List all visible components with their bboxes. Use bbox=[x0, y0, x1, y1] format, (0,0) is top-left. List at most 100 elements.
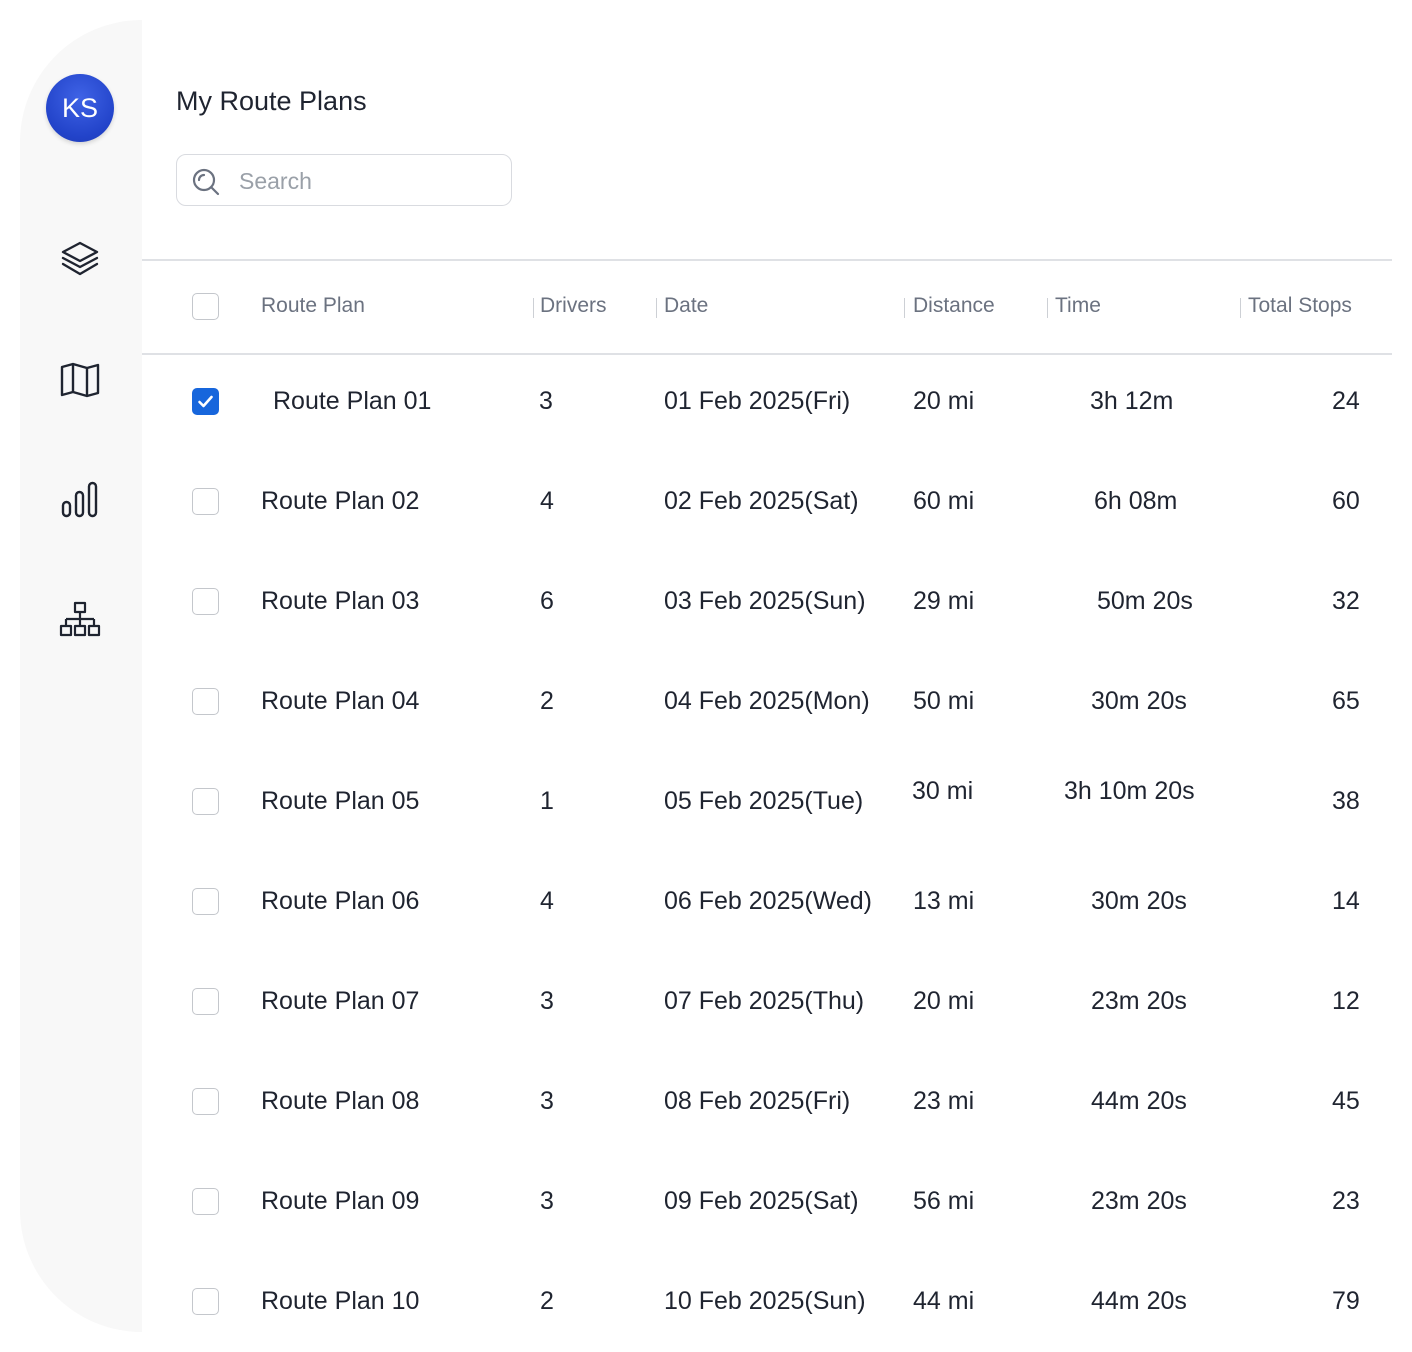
layers-icon[interactable] bbox=[56, 236, 104, 284]
cell-drivers: 4 bbox=[540, 887, 554, 915]
cell-time: 6h 08m bbox=[1094, 487, 1178, 515]
row-checkbox[interactable] bbox=[192, 488, 219, 515]
row-checkbox[interactable] bbox=[192, 1288, 219, 1315]
cell-total-stops: 23 bbox=[1332, 1187, 1360, 1215]
table-row[interactable]: Route Plan 06 4 06 Feb 2025(Wed) 13 mi 3… bbox=[142, 852, 1392, 952]
cell-date: 04 Feb 2025(Mon) bbox=[664, 687, 870, 715]
cell-route-plan[interactable]: Route Plan 03 bbox=[261, 587, 419, 616]
cell-route-plan[interactable]: Route Plan 01 bbox=[273, 387, 431, 416]
row-checkbox[interactable] bbox=[192, 1088, 219, 1115]
row-checkbox[interactable] bbox=[192, 388, 219, 415]
cell-drivers: 2 bbox=[540, 687, 554, 715]
cell-distance: 20 mi bbox=[913, 387, 975, 415]
cell-route-plan[interactable]: Route Plan 05 bbox=[261, 787, 419, 816]
cell-distance: 20 mi bbox=[913, 987, 975, 1015]
row-checkbox[interactable] bbox=[192, 788, 219, 815]
cell-time: 30m 20s bbox=[1091, 887, 1187, 915]
cell-drivers: 2 bbox=[540, 1287, 554, 1315]
table-header: Route Plan Drivers Date Distance Time To… bbox=[142, 262, 1392, 354]
cell-route-plan[interactable]: Route Plan 09 bbox=[261, 1187, 419, 1216]
cell-total-stops: 65 bbox=[1332, 687, 1360, 715]
cell-drivers: 4 bbox=[540, 487, 554, 515]
cell-route-plan[interactable]: Route Plan 08 bbox=[261, 1087, 419, 1116]
cell-total-stops: 45 bbox=[1332, 1087, 1360, 1115]
row-checkbox[interactable] bbox=[192, 988, 219, 1015]
cell-date: 06 Feb 2025(Wed) bbox=[664, 887, 872, 915]
column-separator bbox=[656, 298, 657, 318]
cell-time: 30m 20s bbox=[1091, 687, 1187, 715]
table-row[interactable]: Route Plan 02 4 02 Feb 2025(Sat) 60 mi 6… bbox=[142, 452, 1392, 552]
row-checkbox[interactable] bbox=[192, 1188, 219, 1215]
cell-date: 07 Feb 2025(Thu) bbox=[664, 987, 865, 1015]
checkmark-icon bbox=[198, 395, 213, 408]
search-box[interactable] bbox=[176, 154, 512, 206]
cell-date: 02 Feb 2025(Sat) bbox=[664, 487, 859, 515]
search-input[interactable] bbox=[237, 163, 501, 199]
cell-total-stops: 38 bbox=[1332, 787, 1360, 815]
cell-date: 05 Feb 2025(Tue) bbox=[664, 787, 864, 815]
cell-distance: 30 mi bbox=[912, 777, 974, 805]
cell-time: 44m 20s bbox=[1091, 1087, 1187, 1115]
hierarchy-icon[interactable] bbox=[56, 596, 104, 644]
column-separator bbox=[904, 298, 905, 318]
table-row[interactable]: Route Plan 08 3 08 Feb 2025(Fri) 23 mi 4… bbox=[142, 1052, 1392, 1152]
bar-chart-icon[interactable] bbox=[56, 476, 104, 524]
cell-drivers: 3 bbox=[540, 1187, 554, 1215]
column-header-date[interactable]: Date bbox=[664, 294, 708, 318]
sidebar: KS bbox=[20, 20, 142, 1332]
cell-date: 10 Feb 2025(Sun) bbox=[664, 1287, 866, 1315]
table-row[interactable]: Route Plan 01 3 01 Feb 2025(Fri) 20 mi 3… bbox=[142, 352, 1392, 452]
cell-distance: 29 mi bbox=[913, 587, 975, 615]
cell-distance: 50 mi bbox=[913, 687, 975, 715]
map-icon[interactable] bbox=[56, 356, 104, 404]
column-header-route-plan[interactable]: Route Plan bbox=[261, 294, 365, 318]
user-avatar[interactable]: KS bbox=[46, 74, 114, 142]
cell-time: 3h 10m 20s bbox=[1064, 777, 1195, 805]
select-all-checkbox[interactable] bbox=[192, 293, 219, 320]
cell-date: 03 Feb 2025(Sun) bbox=[664, 587, 866, 615]
table-row[interactable]: Route Plan 05 1 05 Feb 2025(Tue) 30 mi 3… bbox=[142, 752, 1392, 852]
cell-total-stops: 60 bbox=[1332, 487, 1360, 515]
cell-distance: 44 mi bbox=[913, 1287, 975, 1315]
table-row[interactable]: Route Plan 07 3 07 Feb 2025(Thu) 20 mi 2… bbox=[142, 952, 1392, 1052]
cell-total-stops: 14 bbox=[1332, 887, 1360, 915]
cell-route-plan[interactable]: Route Plan 02 bbox=[261, 487, 419, 516]
cell-distance: 56 mi bbox=[913, 1187, 975, 1215]
cell-total-stops: 12 bbox=[1332, 987, 1360, 1015]
column-header-total-stops[interactable]: Total Stops bbox=[1248, 294, 1352, 318]
cell-total-stops: 32 bbox=[1332, 587, 1360, 615]
table-row[interactable]: Route Plan 04 2 04 Feb 2025(Mon) 50 mi 3… bbox=[142, 652, 1392, 752]
header-top-divider bbox=[142, 259, 1392, 261]
column-separator bbox=[1240, 298, 1241, 318]
cell-date: 09 Feb 2025(Sat) bbox=[664, 1187, 859, 1215]
table-row[interactable]: Route Plan 03 6 03 Feb 2025(Sun) 29 mi 5… bbox=[142, 552, 1392, 652]
cell-drivers: 6 bbox=[540, 587, 554, 615]
cell-route-plan[interactable]: Route Plan 07 bbox=[261, 987, 419, 1016]
cell-date: 01 Feb 2025(Fri) bbox=[664, 387, 851, 415]
row-checkbox[interactable] bbox=[192, 588, 219, 615]
cell-distance: 13 mi bbox=[913, 887, 975, 915]
cell-route-plan[interactable]: Route Plan 04 bbox=[261, 687, 419, 716]
cell-drivers: 3 bbox=[540, 987, 554, 1015]
column-header-time[interactable]: Time bbox=[1055, 294, 1101, 318]
row-checkbox[interactable] bbox=[192, 888, 219, 915]
cell-time: 23m 20s bbox=[1091, 987, 1187, 1015]
cell-route-plan[interactable]: Route Plan 10 bbox=[261, 1287, 419, 1316]
column-header-distance[interactable]: Distance bbox=[913, 294, 995, 318]
cell-distance: 23 mi bbox=[913, 1087, 975, 1115]
cell-route-plan[interactable]: Route Plan 06 bbox=[261, 887, 419, 916]
cell-date: 08 Feb 2025(Fri) bbox=[664, 1087, 851, 1115]
table-row[interactable]: Route Plan 10 2 10 Feb 2025(Sun) 44 mi 4… bbox=[142, 1252, 1392, 1352]
column-header-drivers[interactable]: Drivers bbox=[540, 294, 607, 318]
cell-time: 44m 20s bbox=[1091, 1287, 1187, 1315]
cell-drivers: 3 bbox=[539, 387, 553, 415]
cell-time: 23m 20s bbox=[1091, 1187, 1187, 1215]
cell-drivers: 3 bbox=[540, 1087, 554, 1115]
cell-time: 50m 20s bbox=[1097, 587, 1193, 615]
cell-total-stops: 79 bbox=[1332, 1287, 1360, 1315]
cell-drivers: 1 bbox=[540, 787, 554, 815]
cell-distance: 60 mi bbox=[913, 487, 975, 515]
row-checkbox[interactable] bbox=[192, 688, 219, 715]
cell-time: 3h 12m bbox=[1090, 387, 1174, 415]
table-row[interactable]: Route Plan 09 3 09 Feb 2025(Sat) 56 mi 2… bbox=[142, 1152, 1392, 1252]
